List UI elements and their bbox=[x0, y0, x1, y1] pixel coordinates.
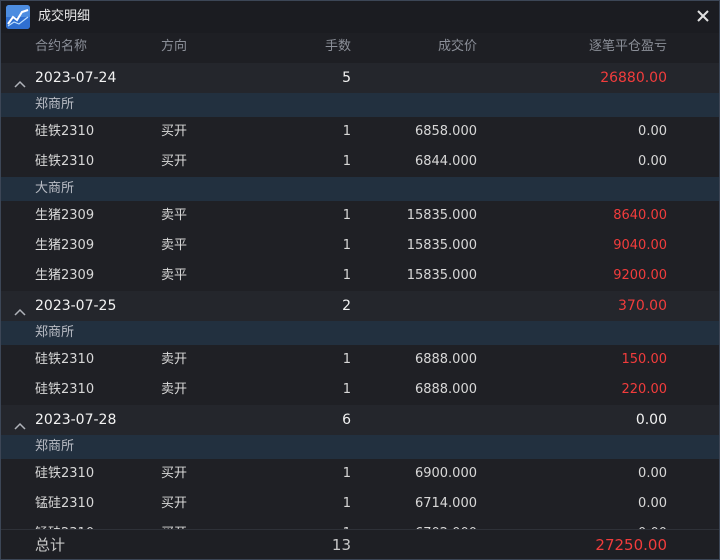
trade-pnl: 150.00 bbox=[621, 352, 668, 367]
trade-price: 6844.000 bbox=[414, 154, 477, 169]
trade-direction: 买开 bbox=[161, 466, 188, 481]
chevron-up-icon[interactable] bbox=[14, 415, 26, 430]
trade-direction: 卖平 bbox=[161, 208, 188, 223]
trade-row[interactable]: 生猪2309 卖平 1 15835.000 9200.00 bbox=[1, 261, 719, 291]
column-header-name[interactable]: 合约名称 bbox=[35, 39, 87, 55]
trade-direction: 买开 bbox=[161, 496, 188, 511]
trade-contract: 生猪2309 bbox=[35, 208, 95, 223]
trade-quantity: 1 bbox=[342, 154, 351, 169]
total-row: 总计 13 27250.00 bbox=[1, 529, 719, 559]
date-group-row[interactable]: 2023-07-24 5 26880.00 bbox=[1, 63, 719, 93]
exchange-name: 郑商所 bbox=[35, 325, 75, 340]
exchange-row: 郑商所 bbox=[1, 93, 719, 117]
trade-price: 6900.000 bbox=[414, 466, 477, 481]
trade-price: 15835.000 bbox=[406, 268, 477, 283]
trade-quantity: 1 bbox=[342, 268, 351, 283]
total-label: 总计 bbox=[35, 536, 66, 554]
trade-pnl: 0.00 bbox=[638, 154, 667, 169]
group-date: 2023-07-28 bbox=[35, 412, 117, 428]
trade-row[interactable]: 锰硅2310买开16702.0000.00 bbox=[1, 519, 719, 529]
trade-contract: 硅铁2310 bbox=[35, 382, 95, 397]
chevron-up-icon[interactable] bbox=[14, 73, 26, 88]
trade-list: 2023-07-24 5 26880.00 郑商所 硅铁2310 买开 1 6858.000 0… bbox=[1, 63, 719, 529]
column-header-pnl[interactable]: 逐笔平仓盈亏 bbox=[589, 39, 667, 55]
date-group-row[interactable]: 2023-07-25 2 370.00 bbox=[1, 291, 719, 321]
trade-direction: 卖开 bbox=[161, 352, 188, 367]
trade-contract: 硅铁2310 bbox=[35, 124, 95, 139]
trade-quantity: 1 bbox=[342, 124, 351, 139]
trade-contract: 硅铁2310 bbox=[35, 466, 95, 481]
trade-direction: 卖平 bbox=[161, 238, 188, 253]
trade-price: 6888.000 bbox=[414, 382, 477, 397]
trade-contract: 硅铁2310 bbox=[35, 352, 95, 367]
trade-quantity: 1 bbox=[342, 208, 351, 223]
trade-direction: 买开 bbox=[161, 154, 188, 169]
group-pnl: 370.00 bbox=[618, 298, 667, 314]
column-header-quantity[interactable]: 手数 bbox=[325, 39, 351, 55]
trade-row[interactable]: 硅铁2310 买开 1 6900.000 0.00 bbox=[1, 459, 719, 489]
trade-row[interactable]: 硅铁2310 卖开 1 6888.000 220.00 bbox=[1, 375, 719, 405]
trade-price: 6714.000 bbox=[414, 496, 477, 511]
trade-pnl: 220.00 bbox=[621, 382, 668, 397]
trade-price: 15835.000 bbox=[406, 208, 477, 223]
trade-quantity: 1 bbox=[342, 496, 351, 511]
trade-quantity: 1 bbox=[342, 352, 351, 367]
group-pnl: 0.00 bbox=[635, 412, 667, 428]
trade-row[interactable]: 生猪2309 卖平 1 15835.000 9040.00 bbox=[1, 231, 719, 261]
group-date: 2023-07-25 bbox=[35, 298, 117, 314]
exchange-name: 郑商所 bbox=[35, 439, 75, 454]
trade-row[interactable]: 生猪2309 卖平 1 15835.000 8640.00 bbox=[1, 201, 719, 231]
group-quantity: 2 bbox=[342, 298, 351, 314]
trade-row[interactable]: 锰硅2310 买开 1 6714.000 0.00 bbox=[1, 489, 719, 519]
exchange-row: 大商所 bbox=[1, 177, 719, 201]
exchange-row: 郑商所 bbox=[1, 435, 719, 459]
exchange-name: 郑商所 bbox=[35, 97, 75, 112]
total-pnl: 27250.00 bbox=[595, 536, 667, 554]
trade-quantity: 1 bbox=[342, 382, 351, 397]
trade-pnl: 9040.00 bbox=[613, 238, 667, 253]
chart-line-icon bbox=[6, 5, 30, 29]
group-date: 2023-07-24 bbox=[35, 70, 117, 86]
trade-contract: 硅铁2310 bbox=[35, 154, 95, 169]
trade-row[interactable]: 硅铁2310 买开 1 6844.000 0.00 bbox=[1, 147, 719, 177]
exchange-row: 郑商所 bbox=[1, 321, 719, 345]
column-header-direction[interactable]: 方向 bbox=[161, 39, 187, 55]
trade-contract: 生猪2309 bbox=[35, 268, 95, 283]
trade-price: 6858.000 bbox=[414, 124, 477, 139]
group-pnl: 26880.00 bbox=[600, 70, 667, 86]
trade-direction: 卖平 bbox=[161, 268, 188, 283]
chevron-up-icon[interactable] bbox=[14, 301, 26, 316]
trade-pnl: 0.00 bbox=[638, 466, 667, 481]
trade-pnl: 9200.00 bbox=[613, 268, 667, 283]
total-quantity: 13 bbox=[331, 536, 351, 554]
trade-pnl: 0.00 bbox=[638, 124, 667, 139]
column-header-price[interactable]: 成交价 bbox=[438, 39, 477, 55]
window-title: 成交明细 bbox=[38, 9, 91, 24]
date-group-row[interactable]: 2023-07-28 6 0.00 bbox=[1, 405, 719, 435]
trade-contract: 锰硅2310 bbox=[35, 496, 95, 511]
trade-quantity: 1 bbox=[342, 238, 351, 253]
group-quantity: 6 bbox=[342, 412, 351, 428]
table-header: 合约名称 方向 手数 成交价 逐笔平仓盈亏 bbox=[1, 33, 719, 61]
trade-direction: 买开 bbox=[161, 124, 188, 139]
trade-row[interactable]: 硅铁2310 买开 1 6858.000 0.00 bbox=[1, 117, 719, 147]
trade-price: 6888.000 bbox=[414, 352, 477, 367]
title-bar: 成交明细 bbox=[1, 1, 719, 33]
exchange-name: 大商所 bbox=[35, 181, 75, 196]
trade-quantity: 1 bbox=[342, 466, 351, 481]
trade-pnl: 8640.00 bbox=[613, 208, 667, 223]
trade-row[interactable]: 硅铁2310 卖开 1 6888.000 150.00 bbox=[1, 345, 719, 375]
trade-contract: 生猪2309 bbox=[35, 238, 95, 253]
trade-pnl: 0.00 bbox=[638, 496, 667, 511]
close-icon[interactable] bbox=[695, 8, 711, 24]
trade-direction: 卖开 bbox=[161, 382, 188, 397]
trade-price: 15835.000 bbox=[406, 238, 477, 253]
trade-details-window: 成交明细 合约名称 方向 手数 成交价 逐笔平仓盈亏 2023-07-24 5 26… bbox=[0, 0, 720, 560]
group-quantity: 5 bbox=[342, 70, 351, 86]
